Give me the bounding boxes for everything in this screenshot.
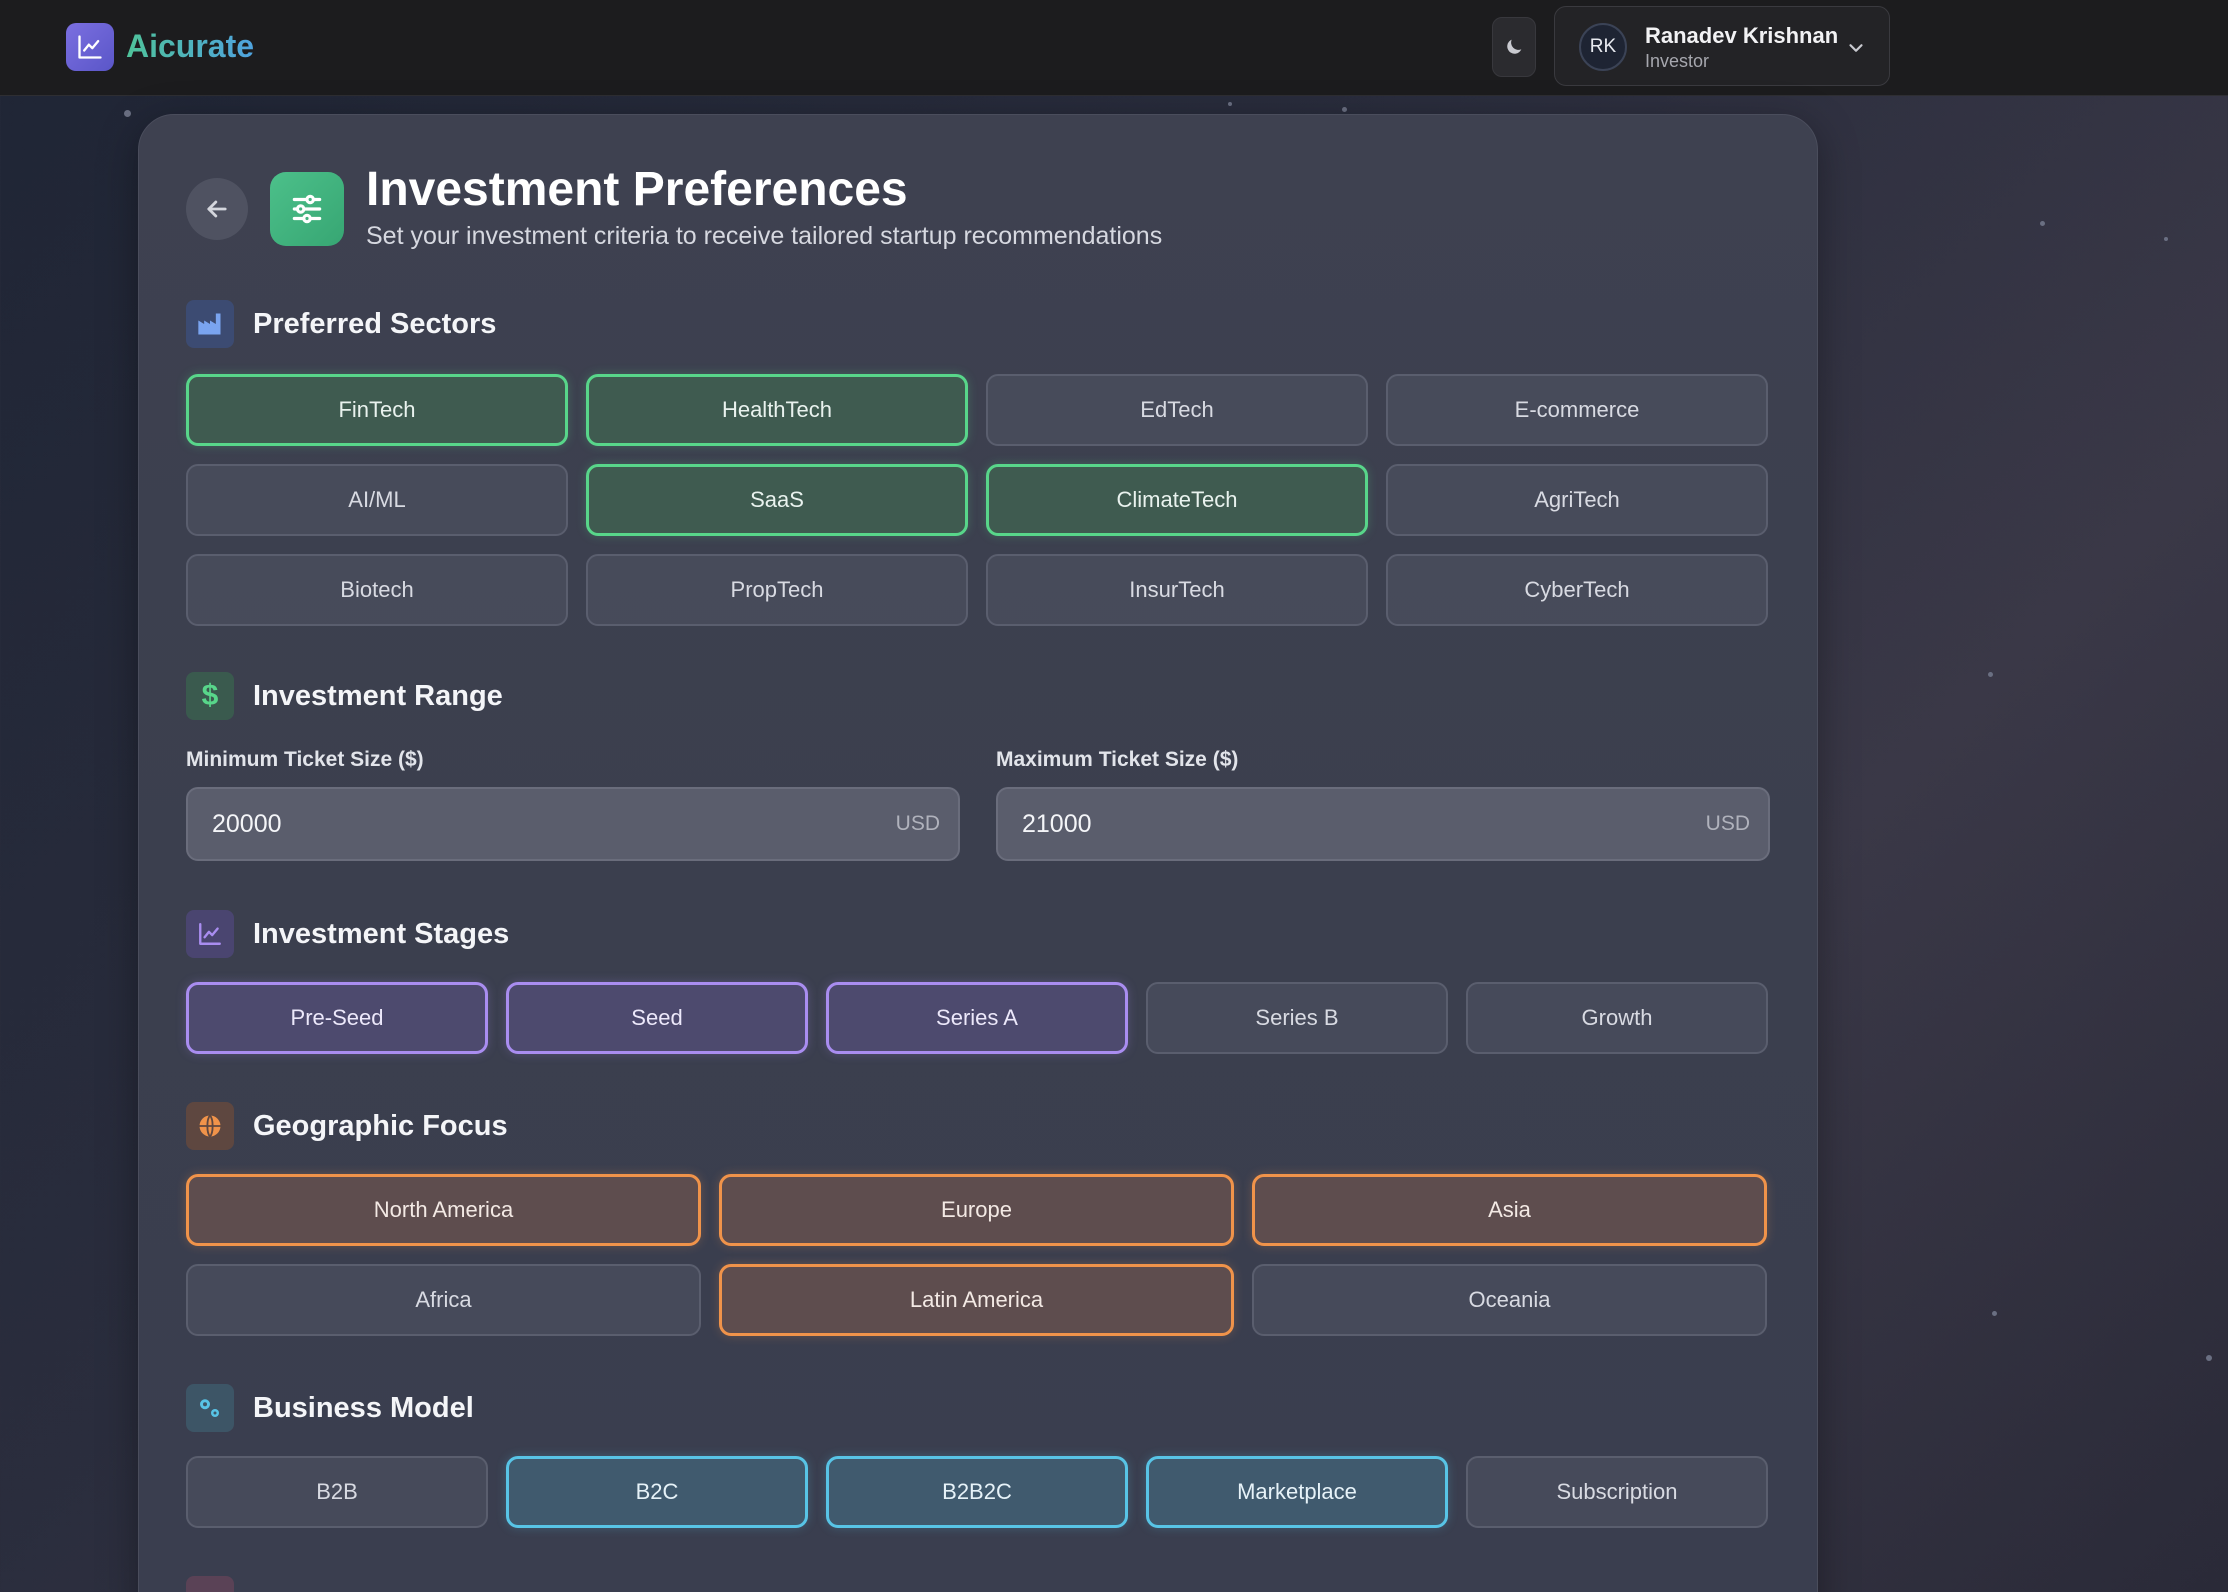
sectors-chip-fintech[interactable]: FinTech bbox=[186, 374, 568, 446]
geo-chip-oceania[interactable]: Oceania bbox=[1252, 1264, 1767, 1336]
business-chip-b2b2c[interactable]: B2B2C bbox=[826, 1456, 1128, 1528]
unit-label: USD bbox=[895, 812, 940, 835]
user-name: Ranadev Krishnan bbox=[1645, 23, 1839, 48]
business-chip-b2b[interactable]: B2B bbox=[186, 1456, 488, 1528]
industry-icon bbox=[186, 300, 234, 348]
geo-chip-north-america[interactable]: North America bbox=[186, 1174, 701, 1246]
section-title-geo: Geographic Focus bbox=[253, 1110, 508, 1142]
avatar: RK bbox=[1579, 23, 1627, 71]
page-subtitle: Set your investment criteria to receive … bbox=[366, 222, 1163, 250]
moon-icon bbox=[1507, 39, 1522, 54]
geo-chip-europe[interactable]: Europe bbox=[719, 1174, 1234, 1246]
sectors-chip-healthtech[interactable]: HealthTech bbox=[586, 374, 968, 446]
page-title: Investment Preferences bbox=[366, 163, 908, 216]
max-ticket-field[interactable]: USD bbox=[996, 787, 1770, 861]
logo[interactable] bbox=[66, 23, 114, 71]
top-bar: Aicurate RK Ranadev Krishnan Investor bbox=[0, 0, 2228, 96]
chart-line-icon bbox=[186, 910, 234, 958]
unit-label: USD bbox=[1705, 812, 1750, 835]
user-role: Investor bbox=[1645, 51, 1710, 71]
gears-icon bbox=[186, 1384, 234, 1432]
user-menu[interactable]: RK Ranadev Krishnan Investor bbox=[1554, 6, 1890, 86]
sectors-chip-cybertech[interactable]: CyberTech bbox=[1386, 554, 1768, 626]
background-dot bbox=[2164, 237, 2168, 241]
back-button[interactable] bbox=[186, 178, 248, 240]
business-chip-b2c[interactable]: B2C bbox=[506, 1456, 808, 1528]
arrow-left-icon bbox=[207, 200, 227, 218]
stages-chip-series-b[interactable]: Series B bbox=[1146, 982, 1448, 1054]
section-title-business: Business Model bbox=[253, 1392, 474, 1424]
geo-chip-africa[interactable]: Africa bbox=[186, 1264, 701, 1336]
business-chip-marketplace[interactable]: Marketplace bbox=[1146, 1456, 1448, 1528]
theme-toggle-button[interactable] bbox=[1492, 17, 1536, 77]
stages-chip-seed[interactable]: Seed bbox=[506, 982, 808, 1054]
sectors-chip-biotech[interactable]: Biotech bbox=[186, 554, 568, 626]
background-dot bbox=[1342, 107, 1347, 112]
sliders-icon bbox=[270, 172, 344, 246]
sectors-chip-climatetech[interactable]: ClimateTech bbox=[986, 464, 1368, 536]
chevron-down-icon bbox=[1849, 44, 1863, 52]
background-dot bbox=[2206, 1355, 2212, 1361]
dollar-icon: $ bbox=[186, 672, 234, 720]
stages-chip-growth[interactable]: Growth bbox=[1466, 982, 1768, 1054]
max-ticket-input[interactable] bbox=[1022, 789, 1638, 859]
section-title-sectors: Preferred Sectors bbox=[253, 308, 497, 340]
min-ticket-label: Minimum Ticket Size ($) bbox=[186, 748, 424, 771]
min-ticket-field[interactable]: USD bbox=[186, 787, 960, 861]
sectors-chip-agritech[interactable]: AgriTech bbox=[1386, 464, 1768, 536]
stages-chip-series-a[interactable]: Series A bbox=[826, 982, 1128, 1054]
max-ticket-label: Maximum Ticket Size ($) bbox=[996, 748, 1239, 771]
geo-chip-latin-america[interactable]: Latin America bbox=[719, 1264, 1234, 1336]
geo-chip-asia[interactable]: Asia bbox=[1252, 1174, 1767, 1246]
section-icon-partial bbox=[186, 1576, 234, 1592]
background-dot bbox=[1992, 1311, 1997, 1316]
background-dot bbox=[2040, 221, 2045, 226]
sectors-chip-ai-ml[interactable]: AI/ML bbox=[186, 464, 568, 536]
min-ticket-input[interactable] bbox=[212, 789, 828, 859]
section-title-stages: Investment Stages bbox=[253, 918, 510, 950]
sectors-chip-saas[interactable]: SaaS bbox=[586, 464, 968, 536]
sectors-chip-proptech[interactable]: PropTech bbox=[586, 554, 968, 626]
sectors-chip-insurtech[interactable]: InsurTech bbox=[986, 554, 1368, 626]
sectors-chip-edtech[interactable]: EdTech bbox=[986, 374, 1368, 446]
stages-chip-pre-seed[interactable]: Pre-Seed bbox=[186, 982, 488, 1054]
background-dot bbox=[1988, 672, 1993, 677]
background-dot bbox=[1228, 102, 1232, 106]
sectors-chip-e-commerce[interactable]: E-commerce bbox=[1386, 374, 1768, 446]
globe-icon bbox=[186, 1102, 234, 1150]
background-dot bbox=[124, 110, 131, 117]
app-name[interactable]: Aicurate bbox=[126, 24, 254, 68]
business-chip-subscription[interactable]: Subscription bbox=[1466, 1456, 1768, 1528]
section-title-range: Investment Range bbox=[253, 680, 503, 712]
chart-line-icon bbox=[78, 35, 102, 59]
